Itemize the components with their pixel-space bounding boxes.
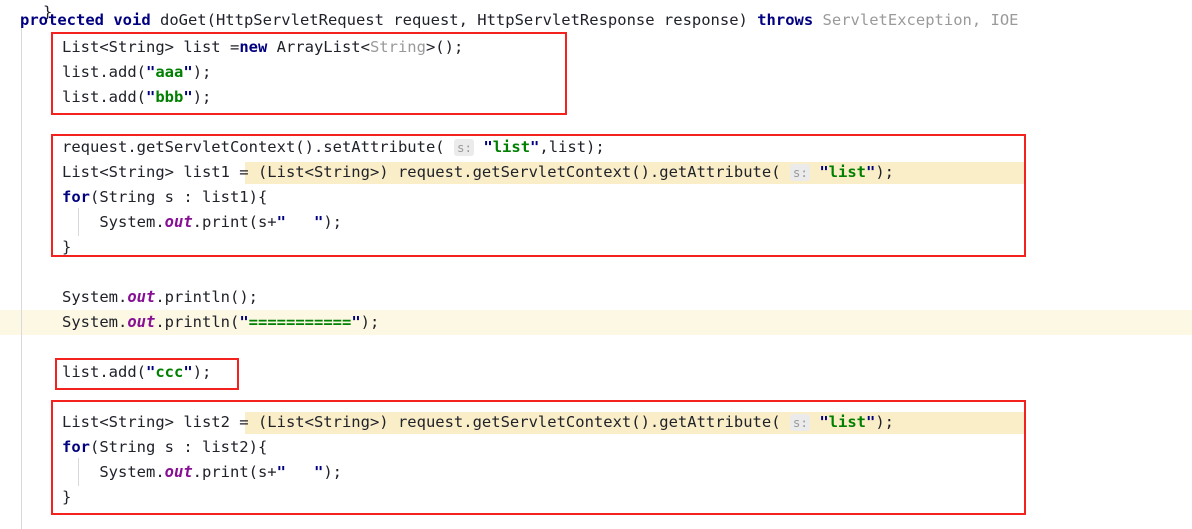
- code-line[interactable]: System.out.println();: [0, 285, 258, 310]
- code-token: ccc: [155, 363, 184, 381]
- code-token: ===========: [248, 313, 352, 331]
- code-token: aaa: [155, 63, 184, 81]
- code-token: );: [323, 213, 342, 231]
- code-token: ": [483, 138, 493, 156]
- code-token: System.: [62, 463, 165, 481]
- code-token: (List<String>) request.getServletContext…: [257, 163, 781, 181]
- code-token: new: [239, 38, 268, 56]
- code-line[interactable]: List<String> list1 = (List<String>) requ…: [0, 160, 894, 185]
- code-line[interactable]: list.add("aaa");: [0, 60, 211, 85]
- parameter-name-hint: s:: [789, 414, 810, 431]
- code-token: list.add(: [62, 88, 146, 106]
- code-token: List<String> list =: [62, 38, 240, 56]
- code-token: ": [865, 163, 876, 181]
- code-token: list: [828, 413, 866, 431]
- code-line[interactable]: System.out.println("===========");: [0, 310, 379, 335]
- code-token: }: [62, 488, 72, 506]
- code-token: ": [530, 138, 540, 156]
- code-token: ": [146, 88, 156, 106]
- code-token: );: [323, 463, 342, 481]
- code-token: .println(: [155, 313, 240, 331]
- code-token: );: [192, 63, 212, 81]
- code-token: List<String> list1 =: [62, 163, 258, 181]
- code-token: ServletException, IOE: [822, 11, 1019, 29]
- code-token: );: [875, 413, 894, 431]
- code-token: );: [360, 313, 380, 331]
- code-line[interactable]: for(String s : list1){: [0, 185, 267, 210]
- code-line[interactable]: for(String s : list2){: [0, 435, 267, 460]
- code-line[interactable]: System.out.print(s+" ");: [0, 460, 342, 485]
- code-token: " ": [276, 213, 324, 231]
- code-token: ": [239, 313, 249, 331]
- code-token: (String s : list2){: [90, 438, 268, 456]
- code-token: ArrayList<: [267, 38, 370, 56]
- code-token: protected void: [20, 11, 160, 29]
- code-token: .print(s+: [192, 213, 277, 231]
- code-token: doGet(HttpServletRequest request, HttpSe…: [159, 11, 758, 29]
- code-token: (String s : list1){: [90, 188, 268, 206]
- code-line[interactable]: List<String> list2 = (List<String>) requ…: [0, 410, 894, 435]
- code-token: ": [146, 63, 156, 81]
- code-token: );: [875, 163, 894, 181]
- code-line[interactable]: list.add("ccc");: [0, 360, 211, 385]
- parameter-name-hint: s:: [789, 164, 810, 181]
- code-token: );: [192, 88, 212, 106]
- code-token: bbb: [155, 88, 184, 106]
- code-token: out: [127, 313, 156, 331]
- code-token: ": [183, 88, 193, 106]
- code-line[interactable]: }: [0, 485, 71, 510]
- code-token: ,list);: [539, 138, 605, 156]
- code-token: (List<String>) request.getServletContext…: [257, 413, 781, 431]
- code-token: .print(s+: [192, 463, 277, 481]
- code-token: ": [183, 363, 193, 381]
- code-token: ": [865, 413, 876, 431]
- code-line[interactable]: System.out.print(s+" ");: [0, 210, 342, 235]
- code-editor-pane[interactable]: } protected void doGet(HttpServletRequest…: [0, 0, 1192, 529]
- code-line[interactable]: protected void doGet(HttpServletRequest …: [0, 8, 1019, 33]
- code-line[interactable]: request.getServletContext().setAttribute…: [0, 135, 605, 160]
- code-token: ": [183, 63, 193, 81]
- code-token: System.: [62, 313, 128, 331]
- code-token: List<String> list2 =: [62, 413, 258, 431]
- code-line[interactable]: List<String> list =new ArrayList<String>…: [0, 35, 463, 60]
- code-token: );: [192, 363, 212, 381]
- code-token: throws: [757, 11, 823, 29]
- code-token: list: [492, 138, 531, 156]
- code-token: list: [828, 163, 866, 181]
- code-token: out: [164, 463, 193, 481]
- code-token: " ": [276, 463, 324, 481]
- code-token: ": [819, 163, 829, 181]
- code-token: >();: [425, 38, 464, 56]
- code-token: out: [127, 288, 156, 306]
- code-token: request.getServletContext().setAttribute…: [62, 138, 445, 156]
- code-line[interactable]: list.add("bbb");: [0, 85, 211, 110]
- code-line[interactable]: }: [0, 235, 71, 260]
- code-token: System.: [62, 213, 165, 231]
- code-token: System.: [62, 288, 128, 306]
- code-token: list.add(: [62, 363, 146, 381]
- code-token: ": [819, 413, 829, 431]
- code-token: out: [164, 213, 193, 231]
- code-token: list.add(: [62, 63, 146, 81]
- code-token: }: [62, 238, 72, 256]
- parameter-name-hint: s:: [453, 139, 475, 156]
- code-token: for: [62, 438, 90, 456]
- code-token: ": [146, 363, 156, 381]
- code-token: .println();: [155, 288, 258, 306]
- code-token: String: [369, 38, 426, 56]
- code-token: ": [351, 313, 361, 331]
- code-token: for: [62, 188, 90, 206]
